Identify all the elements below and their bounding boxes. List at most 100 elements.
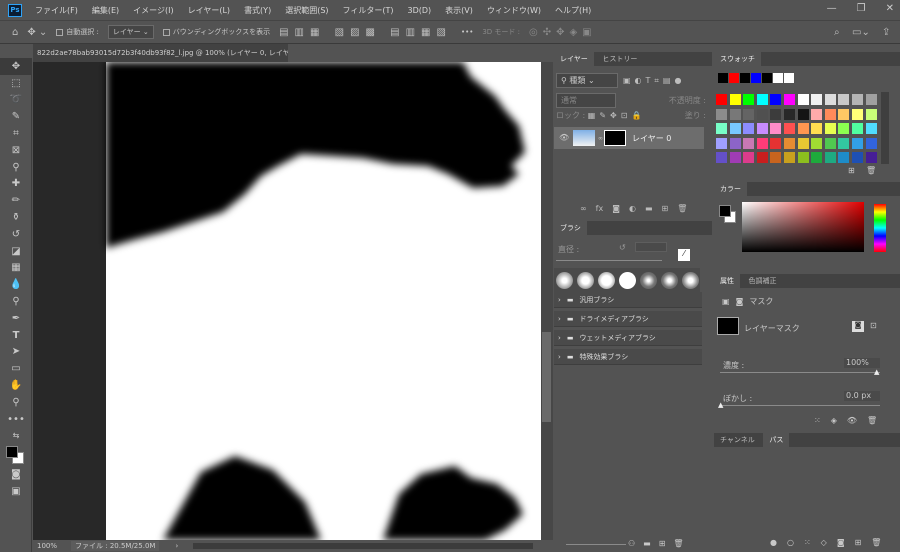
swatch[interactable] xyxy=(770,108,782,120)
swatch[interactable] xyxy=(797,94,809,105)
healing-tool-icon[interactable]: ✚ xyxy=(0,176,32,193)
hue-slider[interactable] xyxy=(874,204,886,252)
tab-paths[interactable]: パス xyxy=(763,433,790,447)
path-select-tool-icon[interactable]: ➤ xyxy=(0,344,32,361)
swatch[interactable] xyxy=(784,123,795,135)
brush-preset[interactable] xyxy=(598,271,615,289)
eyedropper-tool-icon[interactable]: ⚲ xyxy=(0,159,32,176)
swatch[interactable] xyxy=(865,152,877,164)
pixel-mask-icon[interactable]: ▣ xyxy=(722,297,730,306)
swatch[interactable] xyxy=(716,137,727,149)
swatch[interactable] xyxy=(743,108,755,120)
feather-handle[interactable]: ▲ xyxy=(718,401,723,409)
swatch[interactable] xyxy=(852,137,863,149)
horizontal-scrollbar[interactable] xyxy=(193,543,533,549)
move-tool-icon[interactable]: ✥ xyxy=(0,58,32,75)
swatch[interactable] xyxy=(852,108,863,120)
marquee-tool-icon[interactable]: ⬚ xyxy=(0,75,32,92)
share-icon[interactable]: ⇪ xyxy=(882,27,890,38)
delete-swatch-icon[interactable]: 🗑 xyxy=(866,166,876,175)
swatch[interactable] xyxy=(756,137,768,149)
shape-tool-icon[interactable]: ▭ xyxy=(0,360,32,377)
file-info[interactable]: ファイル : 20.5M/25.0M xyxy=(71,541,160,551)
zoom-level[interactable]: 100% xyxy=(37,542,57,550)
swatch[interactable] xyxy=(716,123,727,135)
brush-size-input[interactable] xyxy=(635,242,667,252)
swatch[interactable] xyxy=(729,152,741,164)
tab-swatches[interactable]: スウォッチ xyxy=(714,52,761,66)
brush-preset[interactable] xyxy=(661,271,678,289)
add-mask-icon[interactable]: ◙ xyxy=(837,538,845,547)
swatch[interactable] xyxy=(729,108,741,120)
quick-mask-icon[interactable]: ◙ xyxy=(0,466,32,483)
feather-input[interactable]: 0.0 px xyxy=(844,391,880,401)
swatch[interactable] xyxy=(716,94,727,105)
swatch[interactable] xyxy=(838,108,850,120)
swatch[interactable] xyxy=(811,123,823,135)
swatch[interactable] xyxy=(716,152,727,164)
menu-layer[interactable]: レイヤー(L) xyxy=(181,5,237,16)
swap-colors-icon[interactable]: ⇆ xyxy=(0,428,32,445)
brush-settings-icon[interactable]: ⁄ xyxy=(678,249,690,261)
swatch[interactable] xyxy=(716,108,727,120)
link-icon[interactable]: ∞ xyxy=(598,135,603,142)
brush-preset[interactable] xyxy=(682,271,699,289)
pen-tool-icon[interactable]: ✒ xyxy=(0,310,32,327)
swatch[interactable] xyxy=(784,152,795,164)
swatch[interactable] xyxy=(824,108,836,120)
swatch[interactable] xyxy=(811,94,823,105)
swatch[interactable] xyxy=(770,137,782,149)
swatch[interactable] xyxy=(756,108,768,120)
brush-tool-icon[interactable]: ✏ xyxy=(0,192,32,209)
frame-tool-icon[interactable]: ⊠ xyxy=(0,142,32,159)
brush-folder[interactable]: › ▬ ドライメディアブラシ xyxy=(554,311,702,327)
history-brush-icon[interactable]: ↺ xyxy=(0,226,32,243)
brush-preset[interactable] xyxy=(577,271,594,289)
menu-edit[interactable]: 編集(E) xyxy=(85,5,126,16)
swatch[interactable] xyxy=(838,94,850,105)
swatch[interactable] xyxy=(762,73,772,83)
select-mask-icon[interactable]: ◙ xyxy=(852,321,864,332)
swatch[interactable] xyxy=(729,137,741,149)
fg-color-chip[interactable] xyxy=(719,205,731,217)
zoom-tool-icon[interactable]: ⚲ xyxy=(0,394,32,411)
menu-help[interactable]: ヘルプ(H) xyxy=(548,5,598,16)
layer-filter-icons[interactable]: ▣◐T⌗▤● xyxy=(623,76,685,86)
tab-adjustments[interactable]: 色調補正 xyxy=(743,274,783,288)
layer-row[interactable]: 👁 ∞ レイヤー 0 xyxy=(554,127,704,149)
stroke-path-icon[interactable]: ○ xyxy=(787,538,794,547)
tab-properties[interactable]: 属性 xyxy=(714,274,740,288)
type-tool-icon[interactable]: T xyxy=(0,327,32,344)
menu-type[interactable]: 書式(Y) xyxy=(237,5,278,16)
swatch[interactable] xyxy=(743,94,755,105)
swatch[interactable] xyxy=(729,73,739,83)
brush-preset[interactable] xyxy=(619,271,636,289)
swatch[interactable] xyxy=(824,94,836,105)
menu-window[interactable]: ウィンドウ(W) xyxy=(480,5,548,16)
mask-thumbnail[interactable] xyxy=(604,130,626,146)
swatch[interactable] xyxy=(838,137,850,149)
swatch[interactable] xyxy=(784,94,795,105)
auto-select-dropdown[interactable]: レイヤー ⌄ xyxy=(107,25,154,39)
load-selection-icon[interactable]: ⁙ xyxy=(804,538,811,547)
menu-3d[interactable]: 3D(D) xyxy=(401,6,439,15)
swatch[interactable] xyxy=(865,94,877,105)
color-field[interactable] xyxy=(742,202,864,252)
brush-preset[interactable] xyxy=(556,271,573,289)
swatch[interactable] xyxy=(865,137,877,149)
brush-preset[interactable] xyxy=(640,271,657,289)
swatch[interactable] xyxy=(770,152,782,164)
delete-path-icon[interactable]: 🗑 xyxy=(871,538,881,547)
swatches-scrollbar[interactable] xyxy=(881,92,889,164)
add-vector-mask-icon[interactable]: ⊡ xyxy=(870,321,877,330)
align-icons[interactable]: ▤▥▦ ▧▨▩ ▤▥▦▧ xyxy=(279,27,452,38)
layer-filter-dropdown[interactable]: ⚲ 種類 ⌄ xyxy=(556,73,618,88)
workspace-icon[interactable]: ▭⌄ xyxy=(852,27,870,38)
swatch[interactable] xyxy=(838,123,850,135)
blur-tool-icon[interactable]: 💧 xyxy=(0,276,32,293)
quick-select-tool-icon[interactable]: ✎ xyxy=(0,108,32,125)
swatch[interactable] xyxy=(852,152,863,164)
brush-presets[interactable] xyxy=(554,268,700,292)
swatch[interactable] xyxy=(751,73,761,83)
document-tab[interactable]: 822d2ae78bab93015d72b3f40db93f82_l.jpg @… xyxy=(33,44,288,62)
